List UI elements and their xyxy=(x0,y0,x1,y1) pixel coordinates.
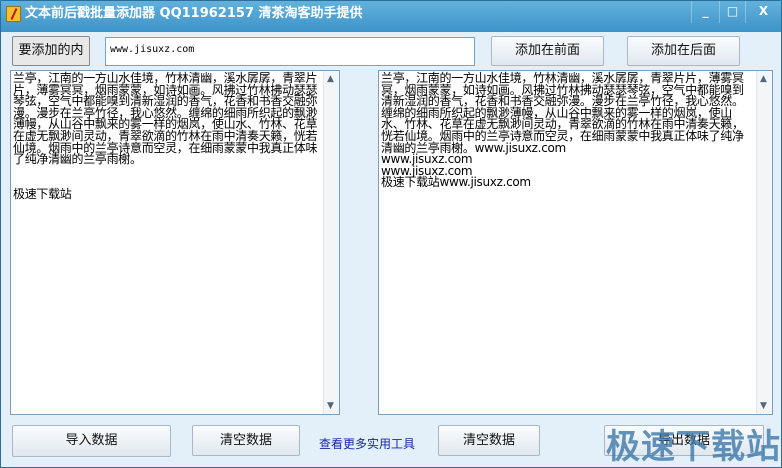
content-label-button[interactable]: 要添加的内容 xyxy=(12,36,90,86)
prepend-button[interactable]: 添加在前面 xyxy=(491,36,604,66)
window-title: 文本前后戳批量添加器 QQ11962157 清茶淘客助手提供 xyxy=(25,6,363,21)
more-tools-link[interactable]: 查看更多实用工具 xyxy=(319,435,415,452)
scroll-up-icon[interactable]: ▲ xyxy=(327,74,334,84)
output-textarea[interactable]: 兰亭，江南的一方山水佳境，竹林清幽，溪水孱孱，青翠片片，薄雾冥冥，烟雨蒙蒙，如诗… xyxy=(378,70,773,415)
app-window: 文本前后戳批量添加器 QQ11962157 清茶淘客助手提供 _ □ X 要添加… xyxy=(0,0,782,468)
append-button[interactable]: 添加在后面 xyxy=(627,36,740,66)
input-scrollbar[interactable]: ▲ ▼ xyxy=(323,71,339,414)
content-input[interactable]: www.jisuxz.com xyxy=(105,37,475,66)
clear-output-button[interactable]: 清空数据 xyxy=(438,425,540,456)
scroll-up-icon[interactable]: ▲ xyxy=(760,74,767,84)
output-scrollbar[interactable]: ▲ ▼ xyxy=(756,71,772,414)
scroll-down-icon[interactable]: ▼ xyxy=(327,401,334,411)
export-button[interactable]: 导出数据 xyxy=(604,425,764,456)
minimize-button[interactable]: _ xyxy=(691,1,719,23)
close-button[interactable]: X xyxy=(745,1,781,23)
clear-input-button[interactable]: 清空数据 xyxy=(192,425,300,456)
input-textarea[interactable]: 兰亭，江南的一方山水佳境，竹林清幽，溪水孱孱，青翠片片，薄雾冥冥，烟雨蒙蒙，如诗… xyxy=(10,70,340,415)
app-pencil-icon xyxy=(6,6,21,22)
import-button[interactable]: 导入数据 xyxy=(12,425,171,457)
maximize-button[interactable]: □ xyxy=(719,1,745,23)
title-bar: 文本前后戳批量添加器 QQ11962157 清茶淘客助手提供 _ □ X xyxy=(1,1,781,32)
scroll-down-icon[interactable]: ▼ xyxy=(760,401,767,411)
